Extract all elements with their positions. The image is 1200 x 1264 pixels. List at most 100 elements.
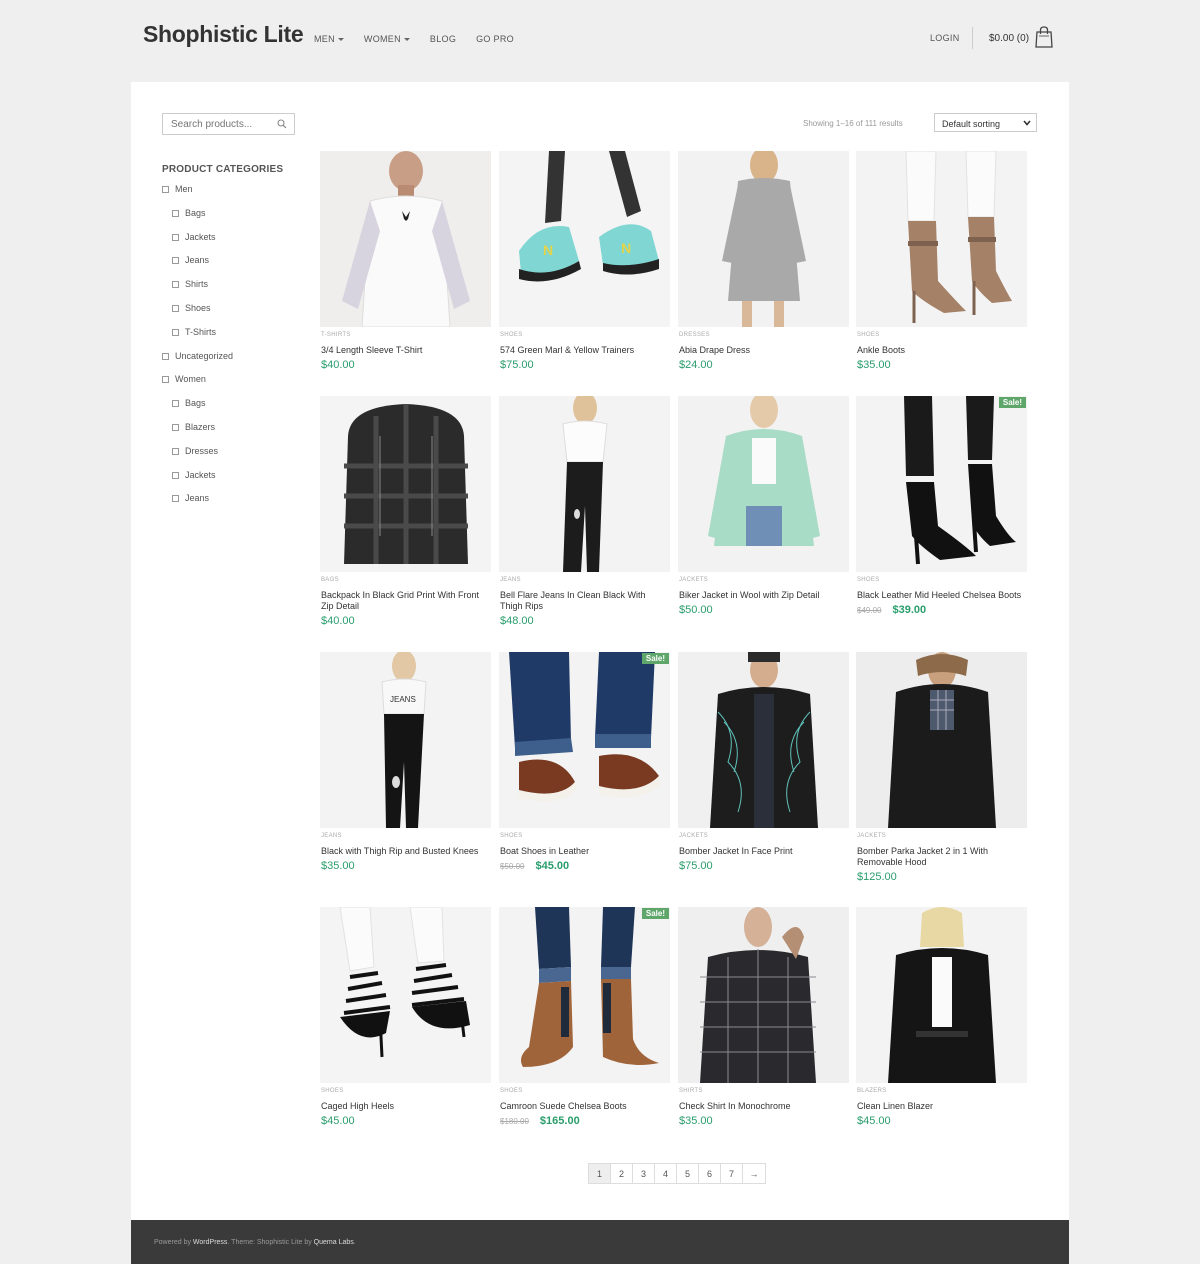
product-image[interactable] xyxy=(678,151,849,327)
category-women-jeans[interactable]: Jeans xyxy=(162,493,233,517)
category-men-bags[interactable]: Bags xyxy=(162,208,233,232)
product-category[interactable]: SHOES xyxy=(500,1088,523,1094)
wordpress-link[interactable]: WordPress xyxy=(193,1239,228,1246)
product-category[interactable]: JEANS xyxy=(500,577,521,583)
product-category[interactable]: SHIRTS xyxy=(679,1088,703,1094)
category-men-jackets[interactable]: Jackets xyxy=(162,232,233,256)
checkbox-icon[interactable] xyxy=(162,352,169,360)
checkbox-icon[interactable] xyxy=(172,304,179,312)
category-women[interactable]: Women xyxy=(162,374,233,398)
product-name[interactable]: Black with Thigh Rip and Busted Knees xyxy=(321,846,491,857)
product-category[interactable]: T-SHIRTS xyxy=(321,332,351,338)
product-name[interactable]: Boat Shoes in Leather xyxy=(500,846,670,857)
product-category[interactable]: SHOES xyxy=(321,1088,344,1094)
checkbox-icon[interactable] xyxy=(172,471,179,479)
search-input[interactable] xyxy=(163,114,275,134)
product-image[interactable] xyxy=(856,907,1027,1083)
product-name[interactable]: Bell Flare Jeans In Clean Black With Thi… xyxy=(500,590,670,612)
checkbox-icon[interactable] xyxy=(172,328,179,336)
product-image[interactable] xyxy=(320,907,491,1083)
checkbox-icon[interactable] xyxy=(172,495,179,503)
product-image[interactable]: JEANS xyxy=(320,652,491,828)
shopping-bag-icon[interactable] xyxy=(1035,26,1053,48)
category-men-shirts[interactable]: Shirts xyxy=(162,279,233,303)
product-name[interactable]: Camroon Suede Chelsea Boots xyxy=(500,1101,670,1112)
page-4[interactable]: 4 xyxy=(655,1164,677,1183)
product-image[interactable] xyxy=(499,396,670,572)
checkbox-icon[interactable] xyxy=(172,423,179,431)
product-name[interactable]: Backpack In Black Grid Print With Front … xyxy=(321,590,491,612)
product-image[interactable] xyxy=(678,652,849,828)
category-men-tshirts[interactable]: T-Shirts xyxy=(162,327,233,351)
page-6[interactable]: 6 xyxy=(699,1164,721,1183)
product-name[interactable]: Ankle Boots xyxy=(857,345,1027,356)
nav-women[interactable]: WOMEN xyxy=(364,34,410,44)
checkbox-icon[interactable] xyxy=(172,233,179,241)
product-image[interactable] xyxy=(320,151,491,327)
product-category[interactable]: JEANS xyxy=(321,833,342,839)
sale-badge: Sale! xyxy=(641,653,669,664)
checkbox-icon[interactable] xyxy=(172,257,179,265)
product-name[interactable]: 574 Green Marl & Yellow Trainers xyxy=(500,345,670,356)
product-name[interactable]: Bomber Jacket In Face Print xyxy=(679,846,849,857)
next-page-button[interactable]: → xyxy=(743,1164,765,1183)
product-name[interactable]: Bomber Parka Jacket 2 in 1 With Removabl… xyxy=(857,846,1027,868)
product-category[interactable]: BLAZERS xyxy=(857,1088,886,1094)
category-men-shoes[interactable]: Shoes xyxy=(162,303,233,327)
sort-select[interactable]: Default sorting xyxy=(934,113,1037,132)
product-image[interactable] xyxy=(320,396,491,572)
login-link[interactable]: LOGIN xyxy=(930,33,960,43)
category-women-bags[interactable]: Bags xyxy=(162,398,233,422)
product-name[interactable]: Biker Jacket in Wool with Zip Detail xyxy=(679,590,849,601)
product-category[interactable]: SHOES xyxy=(857,332,880,338)
nav-men[interactable]: MEN xyxy=(314,34,344,44)
product-image[interactable]: Sale! xyxy=(856,396,1027,572)
product-category[interactable]: JACKETS xyxy=(679,577,708,583)
footer-credits: Powered by WordPress. Theme: Shophistic … xyxy=(154,1239,356,1246)
checkbox-icon[interactable] xyxy=(172,281,179,289)
product-category[interactable]: DRESSES xyxy=(679,332,710,338)
product-name[interactable]: 3/4 Length Sleeve T-Shirt xyxy=(321,345,491,356)
category-men[interactable]: Men xyxy=(162,184,233,208)
product-image[interactable]: Sale! xyxy=(499,652,670,828)
page-1[interactable]: 1 xyxy=(589,1164,611,1183)
checkbox-icon[interactable] xyxy=(162,376,169,384)
checkbox-icon[interactable] xyxy=(162,186,169,193)
svg-text:N: N xyxy=(543,242,553,258)
category-uncategorized[interactable]: Uncategorized xyxy=(162,351,233,375)
page-2[interactable]: 2 xyxy=(611,1164,633,1183)
product-category[interactable]: SHOES xyxy=(500,332,523,338)
product-image[interactable] xyxy=(856,151,1027,327)
checkbox-icon[interactable] xyxy=(172,209,179,217)
product-name[interactable]: Clean Linen Blazer xyxy=(857,1101,1027,1112)
product-image[interactable] xyxy=(856,652,1027,828)
checkbox-icon[interactable] xyxy=(172,447,179,455)
product-name[interactable]: Black Leather Mid Heeled Chelsea Boots xyxy=(857,590,1027,601)
product-image[interactable] xyxy=(678,396,849,572)
product-image[interactable] xyxy=(678,907,849,1083)
cart-total[interactable]: $0.00 (0) xyxy=(989,33,1029,44)
product-image[interactable]: NN xyxy=(499,151,670,327)
product-name[interactable]: Check Shirt In Monochrome xyxy=(679,1101,849,1112)
author-link[interactable]: Quema Labs xyxy=(314,1239,354,1246)
product-category[interactable]: JACKETS xyxy=(679,833,708,839)
product-image[interactable]: Sale! xyxy=(499,907,670,1083)
category-women-blazers[interactable]: Blazers xyxy=(162,422,233,446)
category-women-dresses[interactable]: Dresses xyxy=(162,446,233,470)
page-5[interactable]: 5 xyxy=(677,1164,699,1183)
product-name[interactable]: Caged High Heels xyxy=(321,1101,491,1112)
site-logo[interactable]: Shophistic Lite xyxy=(143,21,304,48)
product-category[interactable]: JACKETS xyxy=(857,833,886,839)
nav-blog[interactable]: BLOG xyxy=(430,34,456,44)
checkbox-icon[interactable] xyxy=(172,400,179,408)
product-category[interactable]: SHOES xyxy=(857,577,880,583)
product-name[interactable]: Abia Drape Dress xyxy=(679,345,849,356)
product-category[interactable]: BAGS xyxy=(321,577,339,583)
search-icon[interactable] xyxy=(277,119,287,129)
nav-go-pro[interactable]: GO PRO xyxy=(476,34,514,44)
product-category[interactable]: SHOES xyxy=(500,833,523,839)
page-3[interactable]: 3 xyxy=(633,1164,655,1183)
category-men-jeans[interactable]: Jeans xyxy=(162,255,233,279)
page-7[interactable]: 7 xyxy=(721,1164,743,1183)
category-women-jackets[interactable]: Jackets xyxy=(162,470,233,494)
